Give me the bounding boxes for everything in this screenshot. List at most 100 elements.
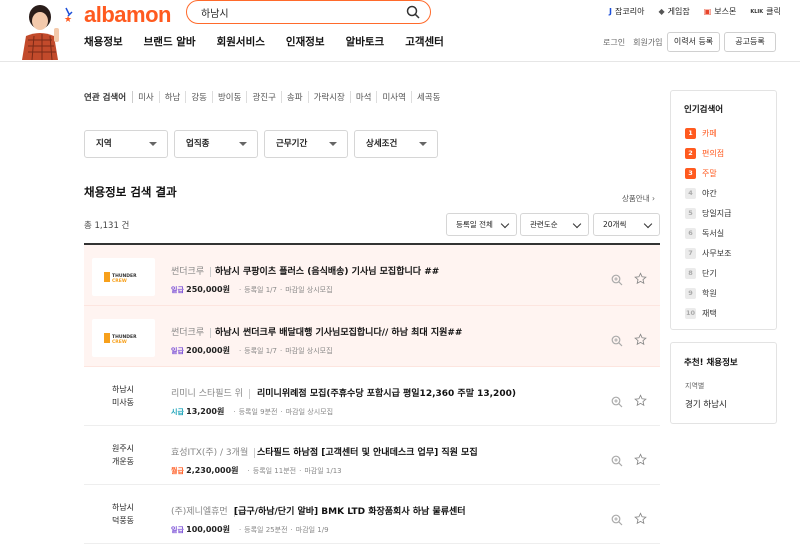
rank-badge: 7 <box>685 248 696 259</box>
job-row[interactable]: 하남시 덕풍동 (주)제니엘휴먼 [급구/하남/단기 알바] BMK LTD 화장… <box>84 485 660 544</box>
company-label: 썬더크루 <box>171 267 205 277</box>
job-row[interactable]: 원주시 개운동 효성ITX(주) / 3개월 스타필드 하남점 [고객센터 및 안… <box>84 426 660 485</box>
rank-badge: 8 <box>685 268 696 279</box>
company-name[interactable]: 효성ITX(주) / 3개월 <box>171 445 261 458</box>
nav-item[interactable]: 인재정보 <box>286 34 325 49</box>
recommend-region-link[interactable]: 경기 하남시 <box>685 398 727 410</box>
filter-region[interactable]: 지역 <box>84 130 168 158</box>
popular-keyword[interactable]: 10 재택 <box>685 308 717 319</box>
related-keyword[interactable]: 강동 <box>185 91 212 103</box>
keyword-label: 주말 <box>702 169 717 178</box>
page-size-select[interactable]: 20개씩 <box>593 213 660 236</box>
dot-separator: · <box>279 347 283 355</box>
product-info-link[interactable]: 상품안내 › <box>622 193 655 204</box>
dot-separator: · <box>279 286 283 294</box>
keyword-label: 독서실 <box>702 229 725 238</box>
sort-order-select[interactable]: 관련도순 <box>520 213 589 236</box>
popular-keyword[interactable]: 5 당일지급 <box>685 208 731 219</box>
join-link[interactable]: 회원가입 <box>633 37 662 48</box>
chevron-down-icon <box>643 219 653 229</box>
company-name[interactable]: 썬더크루 <box>171 325 217 338</box>
filter-label: 근무기간 <box>276 139 308 149</box>
login-link[interactable]: 로그인 <box>603 37 625 48</box>
job-title[interactable]: 하남시 썬더크루 배달대행 기사님모집합니다// 하남 최대 지원## <box>215 325 462 338</box>
family-site-gamejob[interactable]: ◆ 게임잡 <box>658 6 689 17</box>
related-keyword[interactable]: 미사역 <box>376 91 410 103</box>
company-name[interactable]: 리미니 스타필드 위 <box>171 386 256 399</box>
logo-text: albamon <box>84 2 171 27</box>
job-title[interactable]: [급구/하남/단기 알바] BMK LTD 화장품회사 하남 물류센터 <box>234 504 466 517</box>
albamon-logo[interactable]: albamon <box>84 2 171 28</box>
zoom-icon[interactable] <box>611 332 623 347</box>
job-meta: 일급 250,000원 · 등록일 1/7 · 마감일 상시모집 <box>171 284 333 295</box>
keyword-label: 사무보조 <box>702 249 732 258</box>
dot-separator: · <box>238 286 242 294</box>
popular-keyword[interactable]: 9 학원 <box>685 288 717 299</box>
resume-register-button[interactable]: 이력서 등록 <box>667 32 720 52</box>
pay-type: 시급 <box>171 408 184 416</box>
job-location: 원주시 개운동 <box>94 442 152 468</box>
star-icon[interactable] <box>634 510 647 525</box>
deadline: 마감일 1/13 <box>304 467 342 475</box>
popular-keyword[interactable]: 2 편의점 <box>685 148 724 159</box>
company-name[interactable]: (주)제니엘휴먼 <box>171 504 241 517</box>
search-input[interactable] <box>201 4 401 20</box>
family-site-jobkorea[interactable]: J 잡코리아 <box>609 6 644 17</box>
nav-item[interactable]: 브랜드 알바 <box>144 34 196 49</box>
job-title[interactable]: 리미니위례점 모집(주휴수당 포함시급 평일12,360 주말 13,200) <box>257 386 516 399</box>
filter-job-type[interactable]: 업직종 <box>174 130 258 158</box>
mascot-banner[interactable]: ★ <box>14 0 78 60</box>
popular-keyword[interactable]: 8 단기 <box>685 268 717 279</box>
posted-date: 등록일 1/7 <box>244 286 277 294</box>
job-title[interactable]: 스타필드 하남점 [고객센터 및 안내데스크 업무] 직원 모집 <box>257 445 478 458</box>
star-icon[interactable] <box>634 451 647 466</box>
zoom-icon[interactable] <box>611 271 623 286</box>
related-keyword[interactable]: 마석 <box>349 91 377 103</box>
filter-work-period[interactable]: 근무기간 <box>264 130 348 158</box>
pay-type: 일급 <box>171 286 184 294</box>
popular-keyword[interactable]: 1 카페 <box>685 128 717 139</box>
nav-item[interactable]: 채용정보 <box>84 34 123 49</box>
dot-separator: · <box>247 467 250 475</box>
job-row-ad[interactable]: THUNDER CREW 썬더크루 하남시 썬더크루 배달대행 기사님모집합니다/… <box>84 306 660 367</box>
job-row-ad[interactable]: THUNDER CREW 썬더크루 하남시 쿠팡이츠 플러스 (음식배송) 기사님… <box>84 245 660 306</box>
job-title[interactable]: 하남시 쿠팡이츠 플러스 (음식배송) 기사님 모집합니다 ## <box>215 264 439 277</box>
family-site-klik[interactable]: KLIK 클릭 <box>750 6 781 17</box>
related-keyword[interactable]: 하남 <box>158 91 186 103</box>
zoom-icon[interactable] <box>611 452 623 467</box>
zoom-icon[interactable] <box>611 393 623 408</box>
popular-keyword[interactable]: 3 주말 <box>685 168 717 179</box>
zoom-icon[interactable] <box>611 511 623 526</box>
star-icon[interactable] <box>634 270 647 285</box>
post-register-button[interactable]: 공고등록 <box>724 32 776 52</box>
related-keyword[interactable]: 송파 <box>280 91 308 103</box>
company-name[interactable]: 썬더크루 <box>171 264 217 277</box>
related-keyword[interactable]: 세곡동 <box>410 91 445 103</box>
family-site-label: 보스몬 <box>714 7 737 16</box>
search-icon[interactable] <box>405 4 421 20</box>
gamejob-icon: ◆ <box>658 7 665 16</box>
sort-date-select[interactable]: 등록일 전체 <box>446 213 517 236</box>
popular-keyword[interactable]: 7 사무보조 <box>685 248 731 259</box>
job-row[interactable]: 하남시 미사동 리미니 스타필드 위 리미니위례점 모집(주휴수당 포함시급 평일… <box>84 367 660 426</box>
nav-item[interactable]: 고객센터 <box>405 34 444 49</box>
popular-keyword[interactable]: 4 야간 <box>685 188 717 199</box>
related-keyword[interactable]: 광진구 <box>246 91 280 103</box>
related-keyword[interactable]: 미사 <box>132 91 159 103</box>
related-keyword[interactable]: 가락시장 <box>307 91 350 103</box>
nav-item[interactable]: 알바토크 <box>346 34 385 49</box>
rank-badge: 6 <box>685 228 696 239</box>
company-label: 효성ITX(주) / 3개월 <box>171 448 249 458</box>
related-keyword[interactable]: 방이동 <box>211 91 246 103</box>
family-site-bossmon[interactable]: ▣ 보스몬 <box>704 6 737 17</box>
keyword-label: 단기 <box>702 269 717 278</box>
filter-detail[interactable]: 상세조건 <box>354 130 438 158</box>
family-site-label: 클릭 <box>766 7 781 16</box>
star-icon[interactable] <box>634 331 647 346</box>
popular-keyword[interactable]: 6 독서실 <box>685 228 724 239</box>
star-icon[interactable] <box>634 392 647 407</box>
search-box <box>186 0 431 24</box>
nav-item[interactable]: 회원서비스 <box>217 34 265 49</box>
company-logo: THUNDER CREW <box>92 319 155 357</box>
location-city: 하남시 <box>111 385 135 394</box>
